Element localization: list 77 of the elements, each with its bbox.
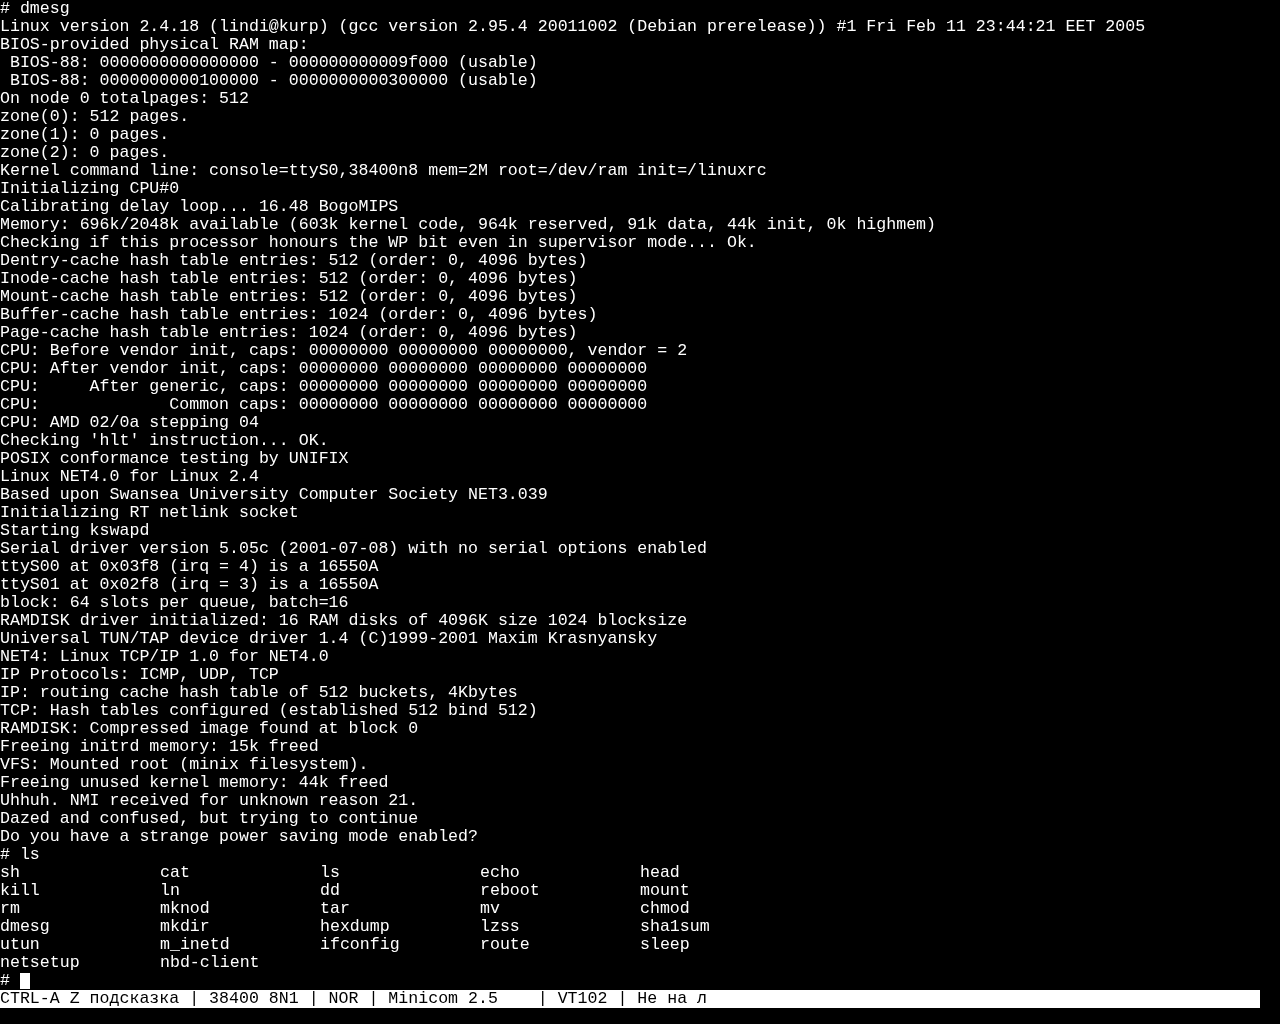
output-line: TCP: Hash tables configured (established 512 bind 512) (0, 701, 538, 720)
output-line: Initializing CPU#0 (0, 179, 180, 198)
output-line: CPU: After generic, caps: 00000000 00000000 00000000 00000000 (0, 377, 648, 396)
output-line: CPU: After vendor init, caps: 00000000 00000000 00000000 00000000 (0, 359, 648, 378)
output-line: Linux version 2.4.18 (lindi@kurp) (gcc version 2.95.4 20011002 (Debian prerelease)) #1 Fri Feb 11 23:44:21 EET 2005 (0, 17, 1146, 36)
file-name: dmesg (0, 917, 50, 936)
file-name: lzss (480, 917, 520, 936)
output-line: Uhhuh. NMI received for unknown reason 21. (0, 791, 419, 810)
file-name: head (640, 863, 680, 882)
command-line: # ls (0, 845, 40, 864)
output-line: Kernel command line: console=ttyS0,38400n8 mem=2M root=/dev/ram init=/linuxrc (0, 161, 767, 180)
output-line: Serial driver version 5.05c (2001-07-08) with no serial options enabled (0, 539, 707, 558)
output-line: ttyS00 at 0x03f8 (irq = 4) is a 16550A (0, 557, 379, 576)
file-name: mknod (160, 899, 210, 918)
file-name: sh (0, 863, 20, 882)
output-line: VFS: Mounted root (minix filesystem). (0, 755, 369, 774)
file-name: chmod (640, 899, 690, 918)
command-line: # dmesg (0, 0, 70, 18)
file-name: hexdump (320, 917, 390, 936)
output-line: CPU: Before vendor init, caps: 00000000 00000000 00000000, vendor = 2 (0, 341, 688, 360)
output-line: zone(2): 0 pages. (0, 143, 170, 162)
output-line: On node 0 totalpages: 512 (0, 89, 249, 108)
output-line: Freeing initrd memory: 15k freed (0, 737, 319, 756)
file-name: nbd-client (160, 953, 260, 972)
output-line: Initializing RT netlink socket (0, 503, 299, 522)
output-line: Memory: 696k/2048k available (603k kernel code, 964k reserved, 91k data, 44k init, 0k highmem) (0, 215, 937, 234)
file-name: echo (480, 863, 520, 882)
output-line: Checking 'hlt' instruction... OK. (0, 431, 329, 450)
status-bar: CTRL-A Z подсказка | 38400 8N1 | NOR | Minicom 2.5 | VT102 | Не на л (0, 990, 1260, 1008)
file-name: mount (640, 881, 690, 900)
file-name: mkdir (160, 917, 210, 936)
output-line: CPU: AMD 02/0a stepping 04 (0, 413, 259, 432)
file-name: tar (320, 899, 350, 918)
file-name: ln (160, 881, 180, 900)
output-line: RAMDISK driver initialized: 16 RAM disks of 4096K size 1024 blocksize (0, 611, 688, 630)
file-name: rm (0, 899, 20, 918)
output-line: Checking if this processor honours the WP bit even in supervisor mode... Ok. (0, 233, 757, 252)
file-name: ifconfig (320, 935, 400, 954)
output-line: Starting kswapd (0, 521, 150, 540)
output-line: Linux NET4.0 for Linux 2.4 (0, 467, 259, 486)
output-line: POSIX conformance testing by UNIFIX (0, 449, 349, 468)
output-line: Based upon Swansea University Computer Society NET3.039 (0, 485, 548, 504)
output-line: Dazed and confused, but trying to continue (0, 809, 419, 828)
output-line: zone(0): 512 pages. (0, 107, 190, 126)
output-line: Freeing unused kernel memory: 44k freed (0, 773, 389, 792)
output-line: Buffer-cache hash table entries: 1024 (order: 0, 4096 bytes) (0, 305, 598, 324)
file-name: ls (320, 863, 340, 882)
file-name: dd (320, 881, 340, 900)
output-line: CPU: Common caps: 00000000 00000000 00000000 00000000 (0, 395, 648, 414)
output-line: Calibrating delay loop... 16.48 BogoMIPS (0, 197, 399, 216)
file-name: reboot (480, 881, 540, 900)
file-name: mv (480, 899, 500, 918)
output-line: RAMDISK: Compressed image found at block 0 (0, 719, 419, 738)
output-line: NET4: Linux TCP/IP 1.0 for NET4.0 (0, 647, 329, 666)
file-name: sleep (640, 935, 690, 954)
output-line: IP Protocols: ICMP, UDP, TCP (0, 665, 279, 684)
output-line: Inode-cache hash table entries: 512 (order: 0, 4096 bytes) (0, 269, 578, 288)
output-line: BIOS-88: 0000000000000000 - 000000000009f000 (usable) (8, 53, 538, 72)
output-line: Mount-cache hash table entries: 512 (order: 0, 4096 bytes) (0, 287, 578, 306)
file-name: m_inetd (160, 935, 230, 954)
file-name: kill (0, 881, 40, 900)
file-name: netsetup (0, 953, 80, 972)
output-line: BIOS-provided physical RAM map: (0, 35, 309, 54)
output-line: zone(1): 0 pages. (0, 125, 170, 144)
output-line: block: 64 slots per queue, batch=16 (0, 593, 349, 612)
output-line: Do you have a strange power saving mode enabled? (0, 827, 478, 846)
output-line: Universal TUN/TAP device driver 1.4 (C)1999-2001 Maxim Krasnyansky (0, 629, 658, 648)
output-line: BIOS-88: 0000000000100000 - 0000000000300000 (usable) (8, 71, 538, 90)
output-line: Dentry-cache hash table entries: 512 (order: 0, 4096 bytes) (0, 251, 588, 270)
output-line: IP: routing cache hash table of 512 buckets, 4Kbytes (0, 683, 518, 702)
file-name: cat (160, 863, 190, 882)
file-name: route (480, 935, 530, 954)
file-name: sha1sum (640, 917, 710, 936)
file-name: utun (0, 935, 40, 954)
output-line: ttyS01 at 0x02f8 (irq = 3) is a 16550A (0, 575, 379, 594)
output-line: Page-cache hash table entries: 1024 (order: 0, 4096 bytes) (0, 323, 578, 342)
prompt: # (0, 972, 10, 990)
